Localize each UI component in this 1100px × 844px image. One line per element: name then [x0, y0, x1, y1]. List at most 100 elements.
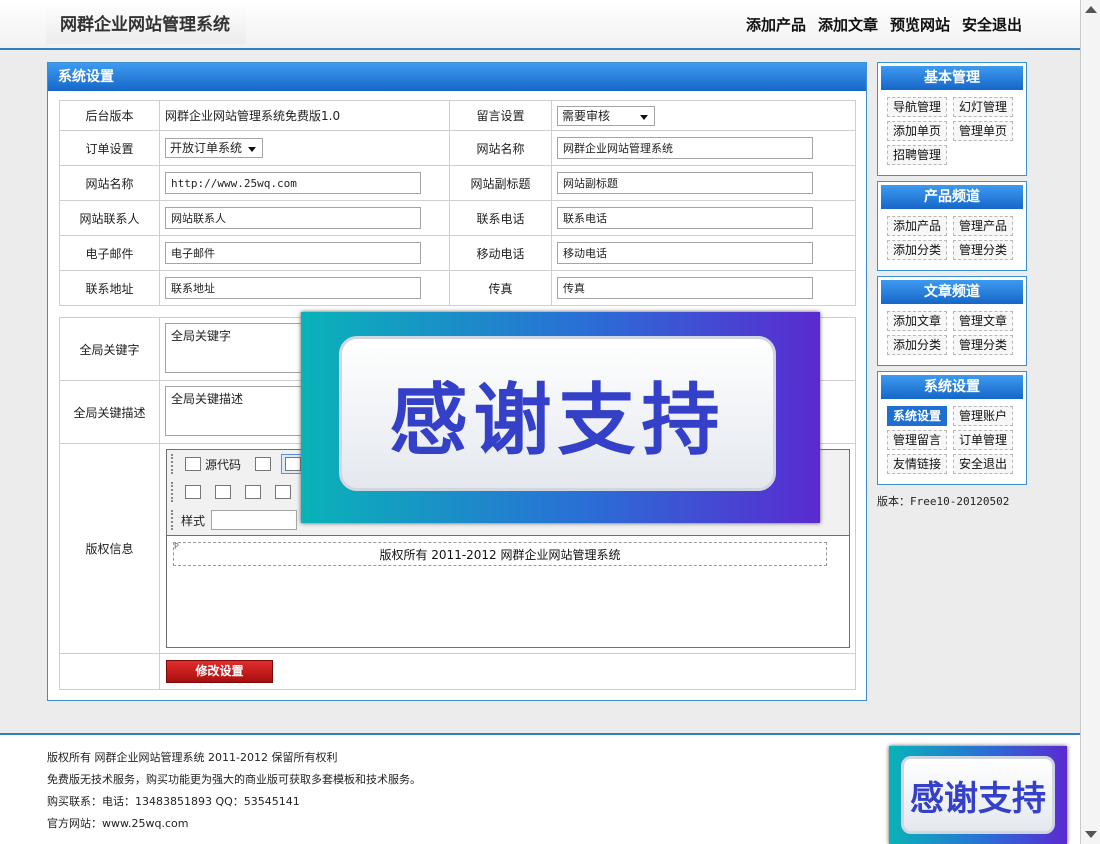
sidebar-item-manage-products[interactable]: 管理产品 [953, 216, 1013, 236]
email-input[interactable] [165, 242, 421, 264]
admin-page: 网群企业网站管理系统 添加产品 添加文章 预览网站 安全退出 系统设置 后台版本… [0, 0, 1080, 844]
style-label: 样式 [181, 513, 206, 528]
sidebar-item-slide-management[interactable]: 幻灯管理 [953, 97, 1013, 117]
fax-input[interactable] [557, 277, 813, 299]
mobile-label: 移动电话 [449, 235, 552, 271]
insert-flash-button[interactable] [211, 482, 235, 502]
source-code-label: 源代码 [205, 457, 242, 472]
fax-label: 传真 [449, 270, 552, 306]
sidebar-system: 系统设置 系统设置 管理账户 管理留言 订单管理 友情链接 安全退出 [877, 371, 1027, 485]
basic-settings-table: 后台版本 网群企业网站管理系统免费版1.0 留言设置 需要审核 订单设置 开放订… [59, 100, 856, 306]
sidebar-item-nav-management[interactable]: 导航管理 [887, 97, 947, 117]
sidebar-products: 产品频道 添加产品 管理产品 添加分类 管理分类 [877, 181, 1027, 271]
flash-icon [215, 485, 231, 499]
preview-icon [255, 457, 272, 471]
message-setting-label: 留言设置 [449, 100, 552, 131]
sidebar-item-system-settings[interactable]: 系统设置 [887, 406, 947, 426]
order-setting-label: 订单设置 [59, 130, 160, 166]
subtitle-input[interactable] [557, 172, 813, 194]
promo-popup-banner[interactable]: 感谢支持 [301, 312, 820, 523]
sidebar-item-add-product[interactable]: 添加产品 [887, 216, 947, 236]
top-header: 网群企业网站管理系统 添加产品 添加文章 预览网站 安全退出 [0, 0, 1080, 50]
footer-copyright: 版权所有 网群企业网站管理系统 2011-2012 保留所有权利 [47, 751, 338, 764]
scroll-down-icon[interactable] [1085, 831, 1097, 838]
site-name-input[interactable] [557, 137, 813, 159]
style-select[interactable] [211, 510, 298, 530]
design-mode-icon [285, 457, 302, 471]
nav-add-product[interactable]: 添加产品 [746, 14, 806, 35]
editor-copyright-text: 版权所有 2011-2012 网群企业网站管理系统 [173, 542, 827, 566]
insert-image-button[interactable] [181, 482, 205, 502]
toolbar-grip[interactable] [171, 482, 174, 502]
insert-table-button[interactable] [271, 482, 295, 502]
message-setting-value: 需要审核 [562, 108, 611, 123]
nav-logout[interactable]: 安全退出 [962, 14, 1022, 35]
media-icon [245, 485, 261, 499]
toolbar-grip[interactable] [171, 510, 174, 530]
version-label: 后台版本 [59, 100, 160, 131]
chevron-down-icon [248, 147, 256, 152]
promo-popup-text: 感谢支持 [339, 336, 776, 491]
footer-website: 官方网站：www.25wq.com [47, 817, 189, 830]
sidebar-item-manage-messages[interactable]: 管理留言 [887, 430, 947, 450]
sidebar-system-title: 系统设置 [881, 375, 1023, 399]
address-label: 联系地址 [59, 270, 160, 306]
editor-content-area[interactable]: P 版权所有 2011-2012 网群企业网站管理系统 [167, 536, 849, 648]
site-url-label: 网站名称 [59, 165, 160, 201]
insert-media-button[interactable] [241, 482, 265, 502]
sidebar-articles: 文章频道 添加文章 管理文章 添加分类 管理分类 [877, 276, 1027, 366]
site-name-label: 网站名称 [449, 130, 552, 166]
sidebar-item-add-article-category[interactable]: 添加分类 [887, 335, 947, 355]
sidebar-item-manage-accounts[interactable]: 管理账户 [953, 406, 1013, 426]
source-code-button[interactable]: 源代码 [181, 454, 245, 474]
contact-input[interactable] [165, 207, 421, 229]
sidebar-item-add-product-category[interactable]: 添加分类 [887, 240, 947, 260]
chevron-down-icon [640, 114, 648, 120]
promo-corner-banner[interactable]: 感谢支持 [889, 746, 1067, 844]
panel-title: 系统设置 [48, 63, 866, 91]
phone-label: 联系电话 [449, 200, 552, 236]
mobile-input[interactable] [557, 242, 813, 264]
version-value: 网群企业网站管理系统免费版1.0 [159, 100, 450, 131]
nav-preview-site[interactable]: 预览网站 [890, 14, 950, 35]
email-label: 电子邮件 [59, 235, 160, 271]
toolbar-grip[interactable] [171, 454, 174, 474]
order-setting-select[interactable]: 开放订单系统 [165, 138, 263, 158]
sidebar-item-add-page[interactable]: 添加单页 [887, 121, 947, 141]
nav-add-article[interactable]: 添加文章 [818, 14, 878, 35]
sidebar-item-recruitment[interactable]: 招聘管理 [887, 145, 947, 165]
sidebar-item-manage-articles[interactable]: 管理文章 [953, 311, 1013, 331]
address-input[interactable] [165, 277, 421, 299]
description-label: 全局关键描述 [59, 380, 160, 444]
sidebar-item-add-article[interactable]: 添加文章 [887, 311, 947, 331]
top-nav: 添加产品 添加文章 预览网站 安全退出 [746, 14, 1022, 35]
preview-button[interactable] [251, 454, 275, 474]
phone-input[interactable] [557, 207, 813, 229]
sidebar-item-logout[interactable]: 安全退出 [953, 454, 1013, 474]
subtitle-label: 网站副标题 [449, 165, 552, 201]
sidebar-products-title: 产品频道 [881, 185, 1023, 209]
sidebar-item-manage-pages[interactable]: 管理单页 [953, 121, 1013, 141]
site-url-input[interactable] [165, 172, 421, 194]
table-icon [275, 485, 291, 499]
scroll-up-icon[interactable] [1085, 6, 1097, 13]
contact-label: 网站联系人 [59, 200, 160, 236]
keywords-label: 全局关键字 [59, 317, 160, 381]
save-settings-button[interactable]: 修改设置 [166, 660, 273, 683]
message-setting-select[interactable]: 需要审核 [557, 105, 655, 126]
footer-service-note: 免费版无技术服务，购买功能更为强大的商业版可获取多套模板和技术服务。 [47, 773, 421, 786]
sidebar-item-manage-article-categories[interactable]: 管理分类 [953, 335, 1013, 355]
source-code-icon [185, 457, 201, 471]
sidebar-basic-title: 基本管理 [881, 66, 1023, 90]
sidebar-basic-management: 基本管理 导航管理 幻灯管理 添加单页 管理单页 招聘管理 [877, 62, 1027, 176]
sidebar-articles-title: 文章频道 [881, 280, 1023, 304]
site-logo: 网群企业网站管理系统 [46, 6, 246, 44]
image-icon [185, 485, 201, 499]
order-setting-value: 开放订单系统 [170, 141, 243, 155]
sidebar-item-friend-links[interactable]: 友情链接 [887, 454, 947, 474]
sidebar-item-manage-product-categories[interactable]: 管理分类 [953, 240, 1013, 260]
vertical-scrollbar[interactable] [1080, 0, 1100, 844]
sidebar-item-order-management[interactable]: 订单管理 [953, 430, 1013, 450]
version-text: 版本：Free10-20120502 [877, 495, 1010, 508]
footer-contact: 购买联系：电话：13483851893 QQ：53545141 [47, 795, 300, 808]
